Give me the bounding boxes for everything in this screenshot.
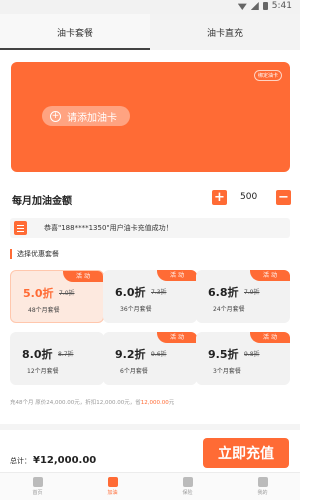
package-discount: 6.8折 xyxy=(208,286,239,299)
increase-amount-button[interactable]: + xyxy=(212,190,227,205)
notice-text: 恭喜"188****1350"用户油卡充值成功！ xyxy=(44,224,173,232)
package-discount: 5.0折 xyxy=(23,287,54,300)
home-icon xyxy=(32,477,43,487)
package-original-discount: 7.9折 xyxy=(244,289,260,296)
package-card-24-months[interactable]: 活 动 6.8折 7.9折 24个月套餐 xyxy=(196,270,290,323)
package-discount: 6.0折 xyxy=(115,286,146,299)
package-original-discount: 9.8折 xyxy=(244,351,260,358)
total-amount: ¥12,000.00 xyxy=(33,455,97,466)
package-discount: 9.5折 xyxy=(208,348,239,361)
package-original-discount: 7.3折 xyxy=(151,289,167,296)
package-card-36-months[interactable]: 活 动 6.0折 7.3折 36个月套餐 xyxy=(103,270,197,323)
package-months: 3个月套餐 xyxy=(213,368,241,375)
package-months: 6个月套餐 xyxy=(120,368,148,375)
package-card-12-months[interactable]: 8.0折 8.7折 12个月套餐 xyxy=(10,332,104,385)
package-section-title: 选择优惠套餐 xyxy=(10,249,59,259)
nav-label: 保险 xyxy=(182,490,193,496)
add-oil-card-button[interactable]: + 请添加油卡 xyxy=(42,106,130,126)
wifi-icon xyxy=(237,3,247,10)
battery-icon xyxy=(262,2,268,10)
summary-suffix: 元 xyxy=(168,400,175,406)
bottom-navigation: 首页 加油 保险 我的 xyxy=(0,472,300,500)
user-icon xyxy=(257,477,268,487)
package-discount: 9.2折 xyxy=(115,348,146,361)
total-label: 总计： xyxy=(10,457,31,465)
price-summary: 充48个月 原价24,000.00元，折扣12,000.00元，省12,000.… xyxy=(10,398,174,406)
nav-item-mine[interactable]: 我的 xyxy=(225,473,300,500)
tab-label: 油卡套餐 xyxy=(56,28,93,39)
recharge-notice: 恭喜"188****1350"用户油卡充值成功！ xyxy=(10,218,290,238)
total-price: 总计： ¥12,000.00 xyxy=(10,455,96,466)
plus-icon: + xyxy=(50,110,61,122)
package-months: 36个月套餐 xyxy=(120,306,152,313)
nav-item-refuel[interactable]: 加油 xyxy=(75,473,150,500)
summary-prefix: 充48个月 原价24,000.00元，折扣12,000.00元，省 xyxy=(10,400,141,406)
promo-tag: 活 动 xyxy=(157,270,197,281)
nav-item-insurance[interactable]: 保险 xyxy=(150,473,225,500)
signal-icon xyxy=(250,2,259,10)
status-time: 5:41 xyxy=(271,1,292,11)
notice-icon xyxy=(14,221,27,235)
tab-oil-card-package[interactable]: 油卡套餐 xyxy=(0,14,150,50)
section-divider xyxy=(0,424,300,430)
monthly-amount-row: 每月加油金额 + 500 − xyxy=(0,184,300,212)
nav-label: 首页 xyxy=(32,490,43,496)
package-original-discount: 9.6折 xyxy=(151,351,167,358)
package-months: 24个月套餐 xyxy=(213,306,245,313)
decrease-amount-button[interactable]: − xyxy=(276,190,291,205)
status-icons: 5:41 xyxy=(237,1,292,11)
promo-tag: 活 动 xyxy=(157,332,197,343)
add-oil-card-label: 请添加油卡 xyxy=(67,112,117,124)
package-original-discount: 7.0折 xyxy=(59,290,75,297)
promo-tag: 活 动 xyxy=(63,271,103,282)
tab-label: 油卡直充 xyxy=(206,28,243,39)
nav-item-home[interactable]: 首页 xyxy=(0,473,75,500)
monthly-amount-value: 500 xyxy=(240,192,258,202)
package-card-6-months[interactable]: 活 动 9.2折 9.6折 6个月套餐 xyxy=(103,332,197,385)
nav-label: 我的 xyxy=(257,490,268,496)
package-card-48-months[interactable]: 活 动 5.0折 7.0折 48个月套餐 xyxy=(10,270,104,323)
package-months: 12个月套餐 xyxy=(27,368,59,375)
package-card-3-months[interactable]: 活 动 9.5折 9.8折 3个月套餐 xyxy=(196,332,290,385)
nav-label: 加油 xyxy=(107,490,118,496)
package-original-discount: 8.7折 xyxy=(58,351,74,358)
promo-tag: 活 动 xyxy=(250,332,290,343)
recharge-now-button[interactable]: 立即充值 xyxy=(203,438,289,468)
monthly-amount-label: 每月加油金额 xyxy=(12,196,72,207)
bind-card-tag[interactable]: 绑定油卡 xyxy=(253,70,282,81)
promo-tag: 活 动 xyxy=(250,270,290,281)
top-tabs: 油卡套餐 油卡直充 xyxy=(0,14,300,50)
package-discount: 8.0折 xyxy=(22,348,53,361)
status-bar: 5:41 xyxy=(0,0,300,14)
insurance-icon xyxy=(182,477,193,487)
package-months: 48个月套餐 xyxy=(28,307,60,314)
fuel-pump-icon xyxy=(107,477,118,487)
tab-oil-card-direct-recharge[interactable]: 油卡直充 xyxy=(150,14,300,50)
summary-saved-amount: 12,000.00 xyxy=(140,400,169,406)
